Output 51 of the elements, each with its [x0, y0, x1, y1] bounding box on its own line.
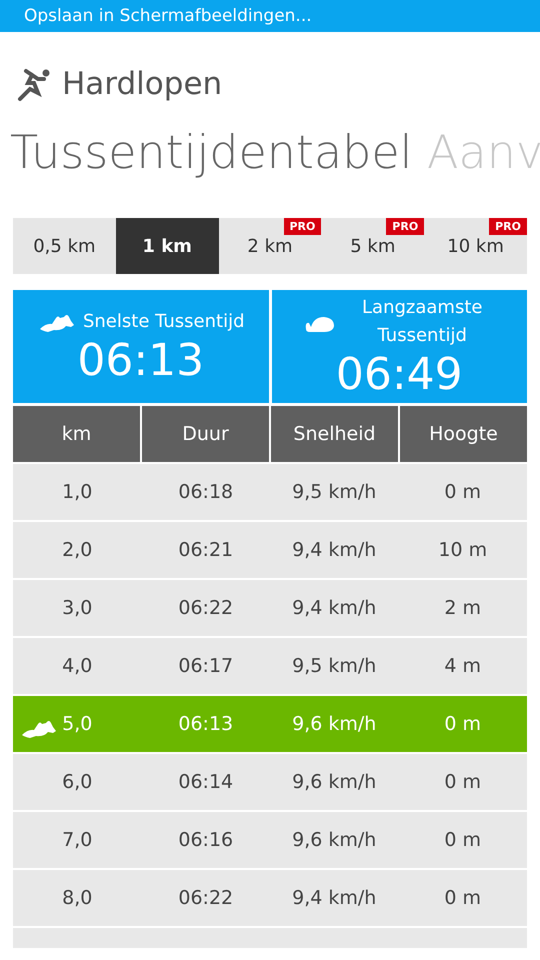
table-cell-text: 06:22: [178, 886, 234, 911]
status-text: Opslaan in Schermafbeeldingen...: [0, 0, 540, 32]
split-time: 06:13: [77, 336, 204, 386]
table-cell-text: 9,4 km/h: [292, 886, 376, 911]
table-cell-text: 6,0: [62, 770, 92, 795]
segment-button[interactable]: 1 km: [116, 218, 219, 274]
table-cell-text: 1,0: [62, 480, 92, 505]
segment-button[interactable]: PRO 5 km: [321, 218, 424, 274]
pro-badge: PRO: [284, 218, 322, 235]
app-title: Hardlopen: [62, 64, 222, 104]
table-cell-text: 06:18: [178, 480, 234, 505]
table-cell-text: 06:21: [178, 538, 234, 563]
card-label: Langzaamste Tussentijd: [361, 296, 484, 348]
column-header: km: [13, 406, 140, 462]
table-cell-text: 9,6 km/h: [292, 828, 376, 853]
table-cell-text: 5,0: [62, 712, 92, 737]
table-cell-text: 9,5 km/h: [292, 654, 376, 679]
table-cell-text: 10 m: [438, 538, 488, 563]
table-cell-text: 06:22: [178, 596, 234, 621]
table-cell-text: 9,6 km/h: [292, 770, 376, 795]
table-cell-text: 9,4 km/h: [292, 538, 376, 563]
table-cell-text: 06:13: [178, 712, 234, 737]
table-cell-text: 8,0: [62, 886, 92, 911]
table-cell-text: 2,0: [62, 538, 92, 563]
table-cell-text: 3,0: [62, 596, 92, 621]
table-cell-text: 9,6 km/h: [292, 712, 376, 737]
table-cell-text: 4,0: [62, 654, 92, 679]
segment-button[interactable]: PRO 10 km: [424, 218, 527, 274]
table-cell-text: 06:16: [178, 828, 234, 853]
pro-badge: PRO: [386, 218, 424, 235]
split-time: 06:49: [336, 350, 463, 400]
table-cell-text: 06:17: [178, 654, 234, 679]
table-cell-text: 0 m: [444, 480, 482, 505]
pro-badge: PRO: [489, 218, 527, 235]
table-cell-text: 7,0: [62, 828, 92, 853]
table-cell-text: 0 m: [444, 770, 482, 795]
table-cell-text: 9,4 km/h: [292, 596, 376, 621]
pivot-tab[interactable]: Tussentijdentabel: [10, 125, 412, 179]
column-header: Snelheid: [271, 406, 398, 462]
segment-button[interactable]: PRO 2 km: [218, 218, 322, 274]
table-cell-text: 0 m: [444, 828, 482, 853]
table-cell-text: 2 m: [444, 596, 482, 621]
column-header: Duur: [142, 406, 269, 462]
table-cell-text: 9,5 km/h: [292, 480, 376, 505]
column-header: Hoogte: [400, 406, 527, 462]
table-cell-text: 4 m: [444, 654, 482, 679]
table-cell-text: 0 m: [444, 886, 482, 911]
table-cell-text: 06:14: [178, 770, 234, 795]
card-label: Snelste Tussentijd: [82, 310, 245, 334]
table-cell-text: 0 m: [444, 712, 482, 737]
segment-button[interactable]: 0,5 km: [13, 218, 116, 274]
